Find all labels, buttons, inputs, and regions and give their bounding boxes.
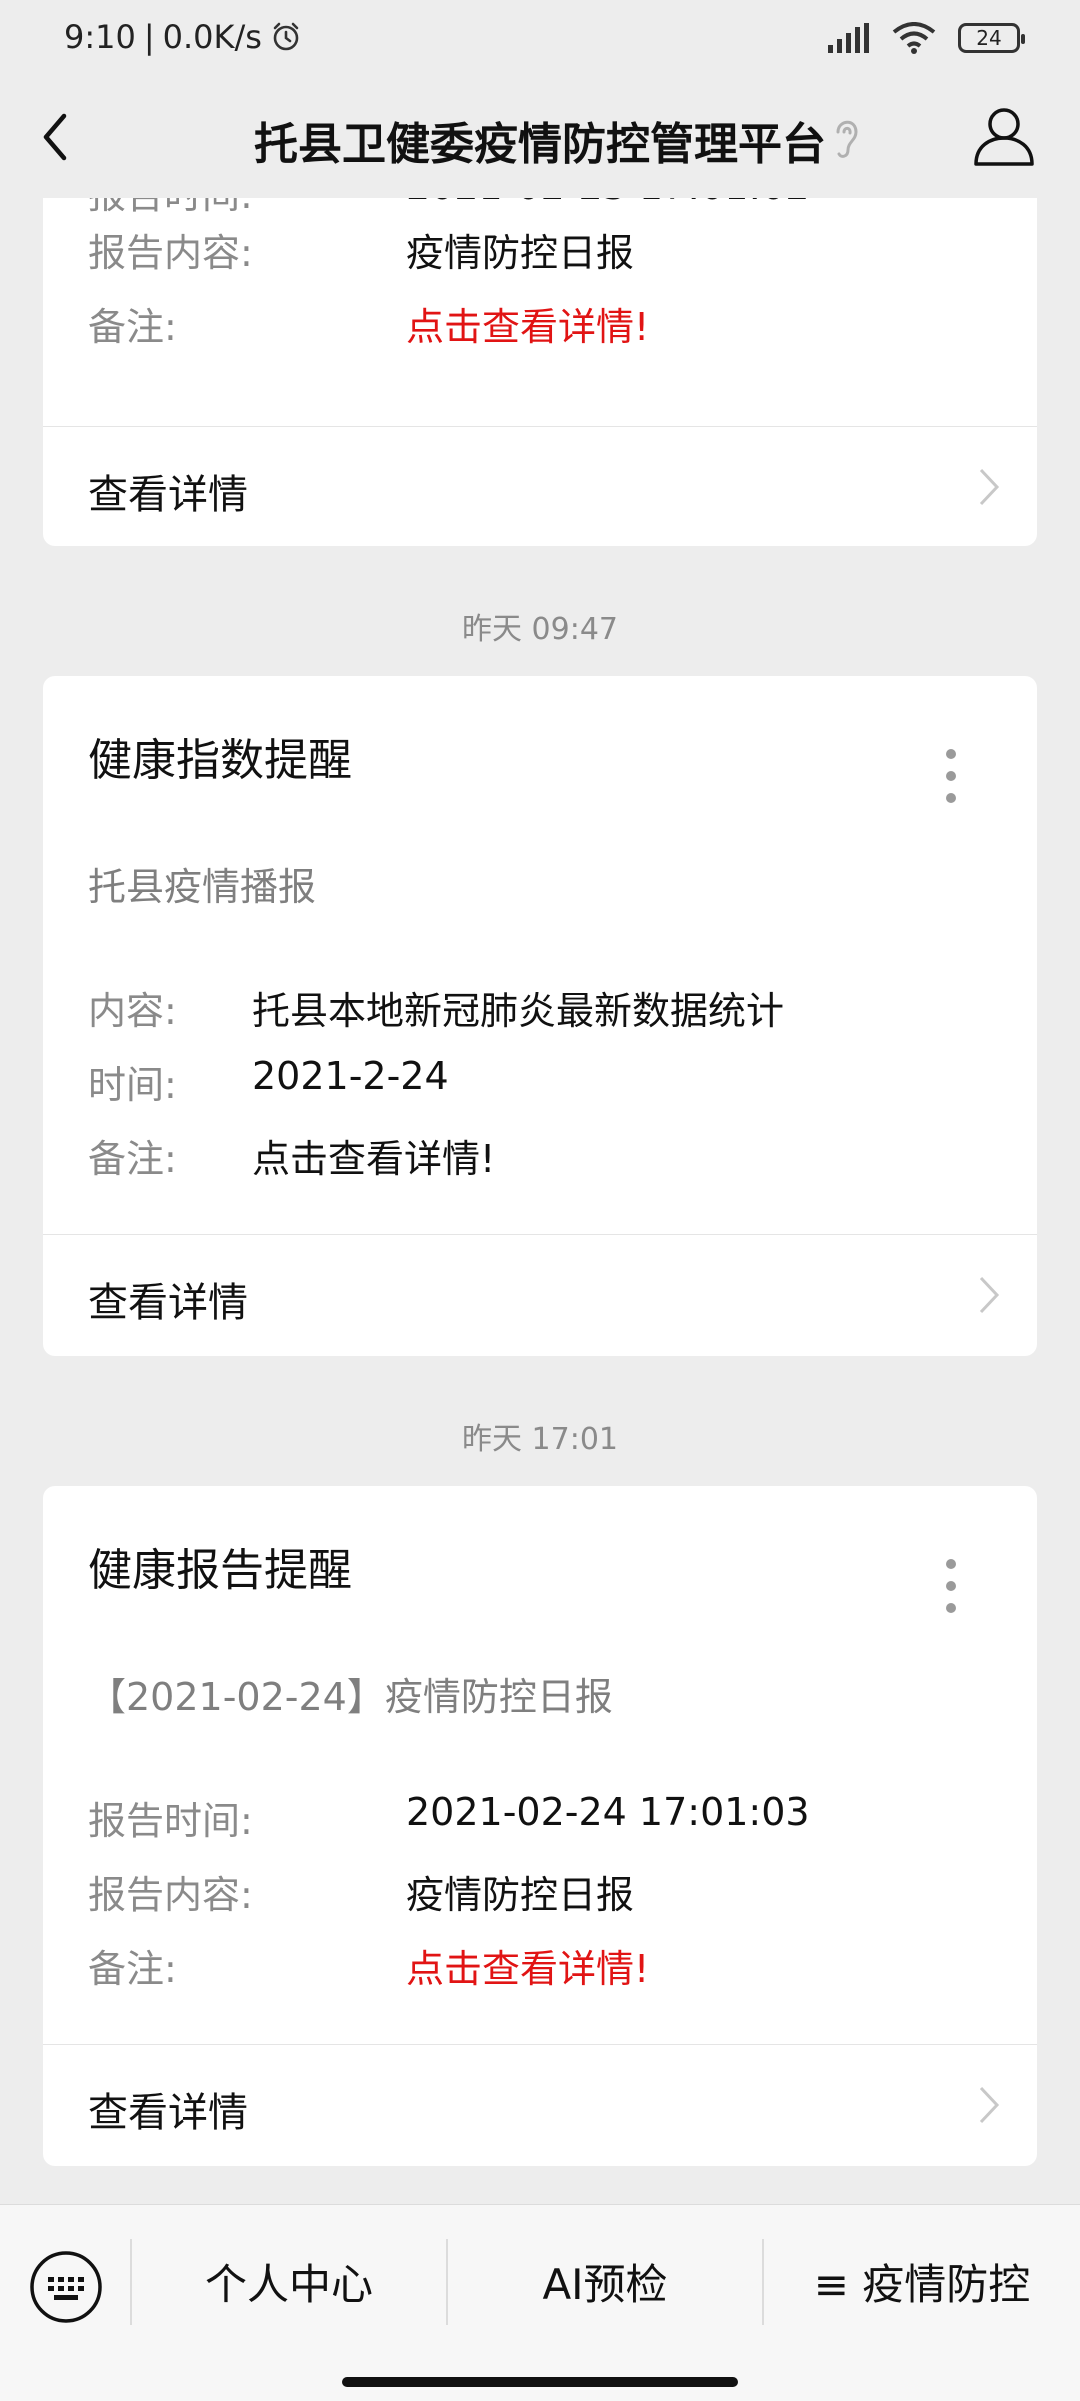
chevron-right-icon xyxy=(979,1276,1000,1314)
alarm-icon xyxy=(273,22,299,51)
nav-bar: 托县卫健委疫情防控管理平台 xyxy=(0,80,1080,198)
card-title: 健康指数提醒 xyxy=(88,735,352,786)
wifi-icon xyxy=(892,22,936,54)
divider xyxy=(43,426,1037,427)
keyboard-icon[interactable] xyxy=(28,2249,104,2325)
menu-item-epidemic-control[interactable]: ≡ 疫情防控 xyxy=(764,2205,1080,2357)
more-options-icon[interactable] xyxy=(945,1558,957,1614)
bottom-menu-bar: 个人中心 AI预检 ≡ 疫情防控 xyxy=(0,2204,1080,2401)
row-label: 报告时间: xyxy=(88,1799,253,1843)
row-value: 点击查看详情! xyxy=(406,1947,650,1991)
divider xyxy=(43,1234,1037,1235)
message-timestamp: 昨天 09:47 xyxy=(462,612,618,647)
message-card: 健康指数提醒 托县疫情播报 内容: 托县本地新冠肺炎最新数据统计 时间: 202… xyxy=(43,676,1037,1356)
message-card: 报告时间: 2021-02-23 17:01:02 报告内容: 疫情防控日报 备… xyxy=(43,198,1037,546)
status-bar: 9:10 | 0.0K/s 24 xyxy=(0,0,1080,80)
signal-icon xyxy=(828,23,869,53)
listen-mode-icon[interactable] xyxy=(826,110,866,166)
row-label: 报告内容: xyxy=(88,1873,253,1917)
status-separator: | xyxy=(143,18,155,56)
home-indicator[interactable] xyxy=(342,2377,738,2387)
menu-item-ai-precheck[interactable]: AI预检 xyxy=(448,2205,762,2357)
row-value: 疫情防控日报 xyxy=(406,231,635,275)
menu-item-personal-center[interactable]: 个人中心 xyxy=(132,2205,446,2357)
view-details-label: 查看详情 xyxy=(88,2090,248,2136)
row-value: 托县本地新冠肺炎最新数据统计 xyxy=(252,989,785,1033)
row-value: 2021-02-23 17:01:02 xyxy=(406,198,810,208)
view-details-row[interactable]: 查看详情 xyxy=(43,1236,1037,1354)
more-options-icon[interactable] xyxy=(945,748,957,804)
row-label: 报告时间: xyxy=(88,198,253,219)
divider xyxy=(43,2044,1037,2045)
view-details-label: 查看详情 xyxy=(88,472,248,518)
card-subtitle: 托县疫情播报 xyxy=(88,865,317,909)
row-value: 点击查看详情! xyxy=(252,1137,496,1181)
status-right: 24 xyxy=(828,22,1025,54)
card-subtitle: 【2021-02-24】疫情防控日报 xyxy=(88,1675,613,1719)
view-details-row[interactable]: 查看详情 xyxy=(43,2046,1037,2164)
message-timestamp: 昨天 17:01 xyxy=(462,1422,618,1457)
row-value: 疫情防控日报 xyxy=(406,1873,635,1917)
row-label: 时间: xyxy=(88,1063,177,1107)
status-time: 9:10 xyxy=(64,18,136,56)
row-label: 报告内容: xyxy=(88,231,253,275)
page-title: 托县卫健委疫情防控管理平台 xyxy=(254,119,826,170)
battery-icon: 24 xyxy=(958,23,1025,53)
status-network-speed: 0.0K/s xyxy=(162,18,262,56)
profile-icon[interactable] xyxy=(970,102,1038,170)
view-details-row[interactable]: 查看详情 xyxy=(43,428,1037,546)
status-left: 9:10 | 0.0K/s xyxy=(64,18,302,56)
row-label: 备注: xyxy=(88,1137,177,1181)
message-card: 健康报告提醒 【2021-02-24】疫情防控日报 报告时间: 2021-02-… xyxy=(43,1486,1037,2166)
view-details-label: 查看详情 xyxy=(88,1280,248,1326)
row-label: 备注: xyxy=(88,305,177,349)
message-list[interactable]: 报告时间: 2021-02-23 17:01:02 报告内容: 疫情防控日报 备… xyxy=(0,198,1080,2196)
chevron-right-icon xyxy=(979,2086,1000,2124)
row-value: 2021-2-24 xyxy=(252,1054,449,1098)
row-label: 内容: xyxy=(88,989,177,1033)
row-label: 备注: xyxy=(88,1947,177,1991)
card-title: 健康报告提醒 xyxy=(88,1545,352,1596)
battery-level: 24 xyxy=(976,26,1002,50)
row-value: 2021-02-24 17:01:03 xyxy=(406,1790,810,1834)
row-value: 点击查看详情! xyxy=(406,305,650,349)
chevron-right-icon xyxy=(979,468,1000,506)
